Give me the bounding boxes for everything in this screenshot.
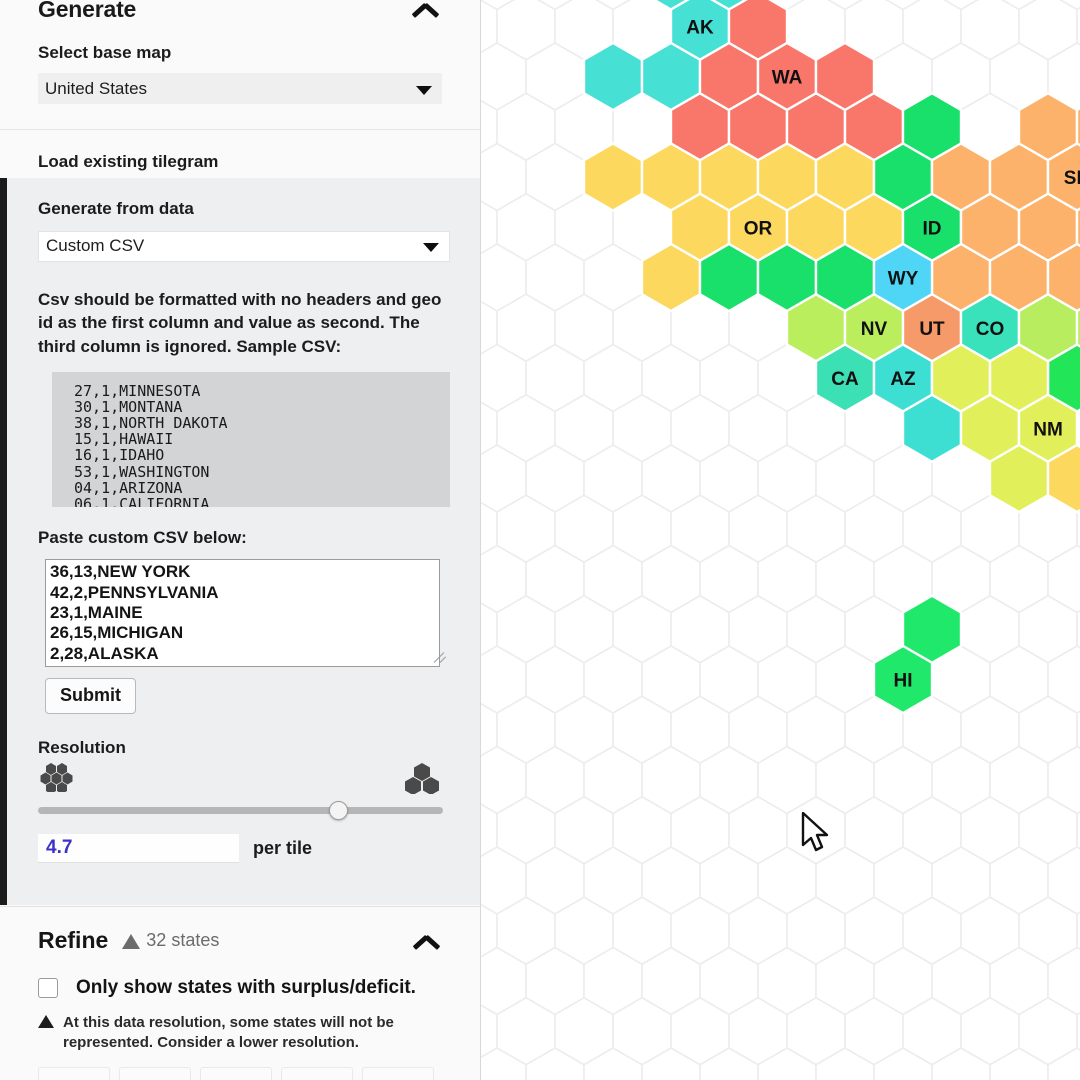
chevron-up-icon[interactable] (412, 0, 442, 18)
chevron-down-icon (423, 243, 439, 253)
state-label: OR (744, 218, 773, 239)
resolution-warning: At this data resolution, some states wil… (0, 1013, 480, 1053)
state-swatch[interactable] (119, 1066, 191, 1080)
warning-triangle-icon (38, 1015, 54, 1028)
sample-csv-text: 27,1,MINNESOTA 30,1,MONTANA 38,1,NORTH D… (74, 381, 228, 507)
state-label: AZ (890, 369, 916, 390)
resolution-icons (38, 762, 443, 795)
states-count: 32 states (146, 930, 220, 950)
state-label: ID (923, 218, 942, 239)
refine-section: Refine 32 states Only show states with s… (0, 906, 480, 1080)
state-label: AK (686, 17, 714, 38)
state-label: NV (861, 319, 888, 340)
state-label: HI (894, 671, 913, 692)
state-hex-tile[interactable] (582, 142, 644, 212)
chevron-up-icon[interactable] (413, 932, 443, 950)
surplus-deficit-label: Only show states with surplus/deficit. (76, 977, 416, 998)
generate-title: Generate (38, 0, 137, 22)
state-swatch[interactable] (38, 1066, 110, 1080)
resolution-value-row: per tile (38, 834, 443, 864)
submit-button[interactable]: Submit (45, 678, 136, 715)
state-label: NM (1033, 419, 1063, 440)
chevron-down-icon (416, 85, 432, 95)
state-hex-tiles[interactable]: AKWAORIDSDNDIAWYNVUTCONECAAZNMKSMOTXOKLA… (481, 0, 1080, 1080)
generate-section: Generate Select base map United States L… (0, 0, 480, 174)
state-label: CO (976, 319, 1005, 340)
surplus-deficit-row[interactable]: Only show states with surplus/deficit. (0, 977, 480, 999)
control-panel: Generate Select base map United States L… (0, 0, 481, 1080)
data-source-value: Custom CSV (46, 236, 145, 256)
select-base-map-label: Select base map (38, 43, 172, 62)
csv-input[interactable]: 36,13,NEW YORK 42,2,PENNSYLVANIA 23,1,MA… (45, 559, 440, 668)
state-hex-tile[interactable] (582, 41, 644, 112)
refine-section-header[interactable]: Refine 32 states (0, 927, 480, 954)
state-label: WA (772, 68, 803, 89)
resolution-label: Resolution (38, 738, 126, 758)
state-swatch[interactable] (281, 1066, 353, 1080)
state-swatch[interactable] (200, 1066, 272, 1080)
divider (0, 129, 480, 131)
sample-csv-box: 27,1,MINNESOTA 30,1,MONTANA 38,1,NORTH D… (52, 371, 450, 507)
generate-section-header[interactable]: Generate (0, 0, 480, 28)
slider-thumb[interactable] (328, 801, 348, 821)
state-swatch-row (0, 1066, 480, 1080)
state-label: CA (831, 369, 859, 390)
per-tile-label: per tile (253, 838, 313, 859)
state-label: WY (888, 269, 919, 290)
state-label: SD (1064, 168, 1080, 189)
refine-title: Refine (38, 927, 109, 953)
paste-csv-label: Paste custom CSV below: (38, 527, 247, 547)
surplus-deficit-checkbox[interactable] (38, 978, 58, 998)
many-hexagons-icon (40, 763, 73, 793)
base-map-value: United States (45, 78, 148, 98)
csv-format-help: Csv should be formatted with no headers … (38, 289, 442, 356)
data-source-select[interactable]: Custom CSV (38, 230, 450, 262)
load-existing-tilegram-link[interactable]: Load existing tilegram (0, 151, 480, 173)
state-swatch[interactable] (362, 1066, 434, 1080)
generate-from-data-label: Generate from data (38, 199, 194, 218)
resolution-warning-text: At this data resolution, some states wil… (63, 1014, 394, 1051)
base-map-select[interactable]: United States (38, 73, 442, 105)
resolution-input[interactable] (38, 834, 239, 864)
csv-textarea-wrap: 36,13,NEW YORK 42,2,PENNSYLVANIA 23,1,MA… (45, 559, 450, 668)
resolution-slider[interactable] (38, 798, 443, 822)
warning-triangle-icon (122, 934, 141, 949)
state-label: UT (919, 319, 945, 340)
few-hexagons-icon (405, 763, 439, 795)
tilegram-map[interactable]: AKWAORIDSDNDIAWYNVUTCONECAAZNMKSMOTXOKLA… (481, 0, 1080, 1080)
slider-track[interactable] (38, 807, 443, 815)
generate-from-data-panel: Generate from data Custom CSV Csv should… (0, 178, 480, 905)
